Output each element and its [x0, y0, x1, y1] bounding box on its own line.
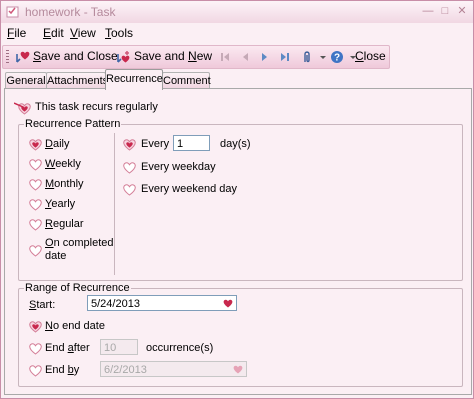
end-by-radio[interactable] — [29, 365, 42, 377]
task-app-icon — [6, 6, 19, 18]
regular-label[interactable]: Regular — [45, 218, 84, 230]
range-title: Range of Recurrence — [24, 282, 131, 294]
every-weekday-radio[interactable] — [123, 162, 136, 174]
minimize-icon[interactable]: — — [421, 4, 435, 18]
window-title: homework - Task — [25, 5, 116, 19]
tab-attachments[interactable]: Attachments — [46, 72, 108, 89]
daily-radio[interactable] — [29, 139, 42, 151]
every-weekend-radio[interactable] — [123, 184, 136, 196]
save-and-close-button[interactable]: Save and Close — [33, 49, 118, 65]
tab-general[interactable]: General — [5, 72, 47, 89]
end-by-date-input[interactable]: 6/2/2013 — [100, 361, 247, 377]
recurs-label: This task recurs regularly — [35, 101, 158, 113]
next-icon[interactable] — [257, 50, 273, 64]
start-date-value: 5/24/2013 — [91, 298, 140, 310]
close-button[interactable]: Close — [355, 49, 386, 65]
end-after-label[interactable]: End after — [45, 342, 90, 354]
tab-strip: General Attachments Recurrence Comment — [1, 69, 473, 90]
save-new-icon[interactable] — [116, 50, 132, 64]
regular-radio[interactable] — [29, 219, 42, 231]
weekly-radio[interactable] — [29, 159, 42, 171]
save-close-icon[interactable] — [15, 50, 31, 64]
pattern-divider — [114, 133, 115, 275]
attach-icon[interactable] — [299, 50, 315, 64]
no-end-date-radio[interactable] — [29, 321, 42, 333]
occurrences-input[interactable]: 10 — [100, 339, 138, 355]
maximize-icon[interactable]: □ — [438, 4, 452, 18]
recurs-checkbox[interactable] — [14, 101, 31, 115]
save-and-new-button[interactable]: Save and New — [134, 49, 212, 65]
yearly-radio[interactable] — [29, 199, 42, 211]
weekly-label[interactable]: Weekly — [45, 158, 81, 170]
on-completed-date-radio[interactable] — [29, 245, 42, 257]
end-by-date-value: 6/2/2013 — [104, 364, 147, 376]
title-bar[interactable]: homework - Task — □ ✕ — [1, 1, 473, 24]
every-days-input[interactable]: 1 — [173, 135, 210, 151]
first-icon[interactable] — [217, 50, 233, 64]
close-window-icon[interactable]: ✕ — [455, 4, 469, 18]
no-end-date-label[interactable]: No end date — [45, 320, 105, 332]
toolbar: Save and Close Save and New ? Close — [2, 45, 390, 69]
menu-tools[interactable]: Tools — [105, 26, 133, 40]
menu-bar: File Edit View Tools — [1, 23, 473, 43]
every-weekday-label[interactable]: Every weekday — [141, 161, 216, 173]
end-by-label[interactable]: End by — [45, 364, 79, 376]
start-date-dropdown-icon[interactable] — [223, 299, 233, 308]
previous-icon[interactable] — [237, 50, 253, 64]
recurrence-pattern-title: Recurrence Pattern — [24, 118, 122, 130]
occurrences-unit-label: occurrence(s) — [146, 342, 214, 354]
days-unit-label: day(s) — [220, 138, 251, 150]
tab-recurrence[interactable]: Recurrence — [105, 69, 163, 90]
menu-file[interactable]: File — [7, 26, 26, 40]
end-after-radio[interactable] — [29, 343, 42, 355]
every-label: Every — [141, 138, 170, 150]
svg-text:?: ? — [334, 53, 340, 64]
menu-edit[interactable]: Edit — [43, 26, 64, 40]
monthly-radio[interactable] — [29, 179, 42, 191]
every-n-days-radio[interactable] — [123, 139, 136, 151]
yearly-label[interactable]: Yearly — [45, 198, 75, 210]
recurrence-panel: This task recurs regularly Recurrence Pa… — [4, 88, 472, 395]
daily-label[interactable]: Daily — [45, 138, 69, 150]
monthly-label[interactable]: Monthly — [45, 178, 84, 190]
last-icon[interactable] — [277, 50, 293, 64]
start-date-input[interactable]: 5/24/2013 — [87, 295, 237, 311]
on-completed-label[interactable]: On completed — [45, 237, 114, 249]
task-window: homework - Task — □ ✕ File Edit View Too… — [0, 0, 474, 399]
help-icon[interactable]: ? — [329, 50, 345, 64]
start-label: Start: — [29, 299, 56, 311]
on-completed-label-line2[interactable]: date — [45, 250, 66, 262]
end-by-dropdown-icon[interactable] — [233, 365, 243, 374]
tab-comment[interactable]: Comment — [162, 72, 211, 89]
every-weekend-label[interactable]: Every weekend day — [141, 183, 237, 195]
menu-view[interactable]: View — [70, 26, 96, 40]
toolbar-grip[interactable] — [6, 50, 9, 64]
